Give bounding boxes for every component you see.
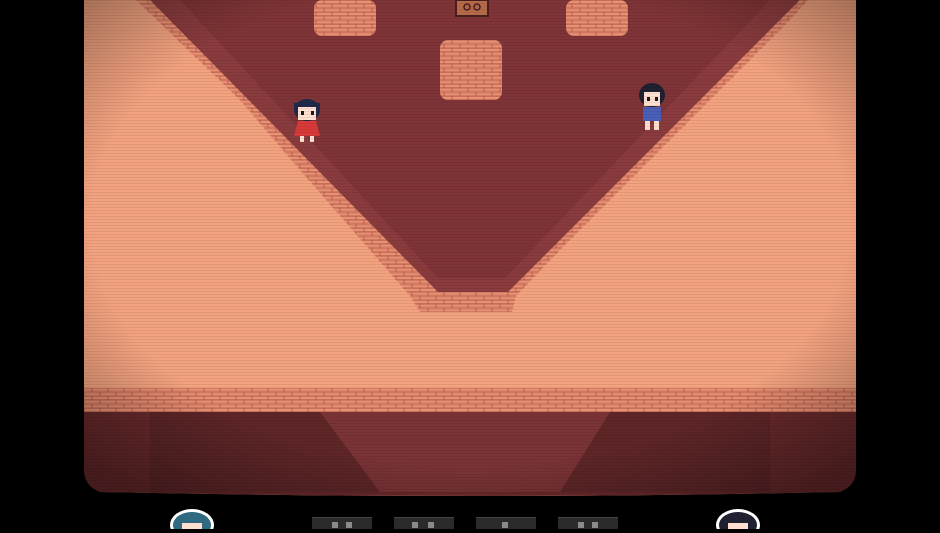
hud-pip xyxy=(428,522,434,528)
crt-vignette xyxy=(84,0,856,495)
hud-pip xyxy=(346,522,352,528)
hud-slot-2[interactable] xyxy=(394,517,454,529)
hud-slot-4[interactable] xyxy=(558,517,618,529)
hud-pip xyxy=(592,522,598,528)
hud-slot-3[interactable] xyxy=(476,517,536,529)
left-portrait[interactable] xyxy=(166,505,218,533)
hud-pip xyxy=(578,522,584,528)
hud-pip xyxy=(332,522,338,528)
hud-pip xyxy=(412,522,418,528)
right-portrait[interactable] xyxy=(712,505,764,533)
hud-slot-1[interactable] xyxy=(312,517,372,529)
game-viewport xyxy=(84,0,856,496)
hud-pip xyxy=(502,522,508,528)
